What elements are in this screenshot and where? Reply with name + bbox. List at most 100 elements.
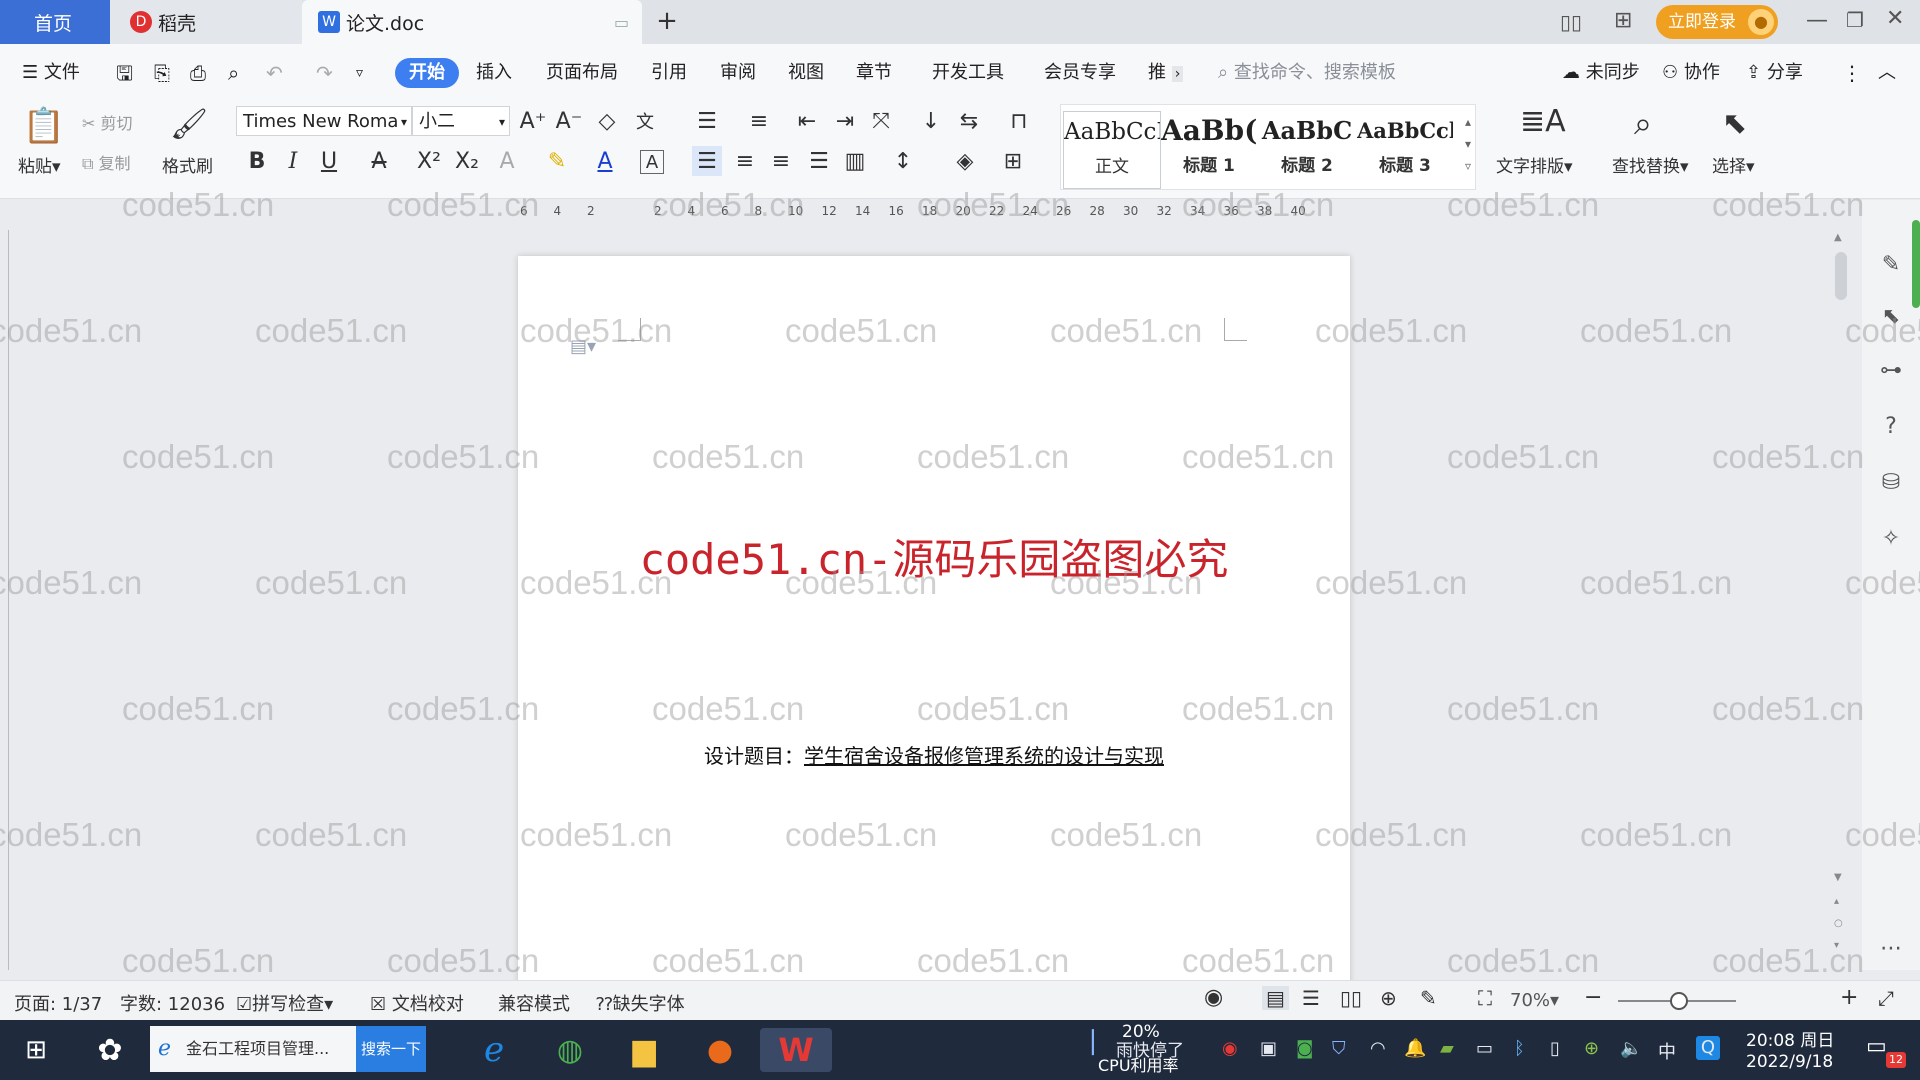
tray-red-icon[interactable]: ◉ <box>1222 1038 1238 1059</box>
zoom-out-icon[interactable]: − <box>1584 985 1602 1010</box>
tab-page-layout[interactable]: 页面布局 <box>546 58 618 88</box>
zoom-slider[interactable] <box>1618 992 1736 1010</box>
tab-developer[interactable]: 开发工具 <box>932 58 1004 88</box>
superscript-icon[interactable]: X² <box>414 146 444 176</box>
save-icon[interactable]: 🖫 <box>116 58 133 88</box>
media-app-icon[interactable]: ● <box>696 1028 744 1072</box>
phonetic-guide-icon[interactable]: 文 <box>630 106 660 136</box>
strikethrough-icon[interactable]: A <box>364 146 394 176</box>
close-icon[interactable]: ✕ <box>1886 6 1904 31</box>
char-border-icon[interactable]: A <box>640 150 664 174</box>
layout-icon[interactable]: ▯▯ <box>1560 10 1582 34</box>
text-direction-icon[interactable]: ⇆ <box>954 106 984 136</box>
select-browse-icon[interactable]: ○ <box>1834 918 1843 929</box>
bluetooth-icon[interactable]: ᛒ <box>1514 1038 1525 1059</box>
wifi-icon[interactable]: ◠ <box>1370 1038 1386 1059</box>
action-center-icon[interactable]: ▭ <box>1866 1034 1887 1059</box>
spell-check-button[interactable]: ☑拼写检查▾ <box>236 990 333 1016</box>
clock-date[interactable]: 2022/9/18 <box>1746 1052 1833 1072</box>
command-search-input[interactable]: ⌕ 查找命令、搜索模板 <box>1218 58 1396 88</box>
find-replace-button[interactable]: 查找替换▾ <box>1612 152 1689 177</box>
next-page-icon[interactable]: ▾ <box>1834 940 1839 951</box>
horizontal-ruler[interactable]: 6 4 2 2 4 6 8 10 12 14 16 18 20 22 24 26 28 30 32 34 36 38 40 <box>520 200 1320 224</box>
login-button[interactable]: 立即登录 ● <box>1656 5 1778 39</box>
zoom-in-icon[interactable]: + <box>1840 985 1858 1010</box>
document-page[interactable]: ▤▾ code51.cn-源码乐园盗图必究 设计题目：学生宿舍设备报修管理系统的… <box>518 256 1350 986</box>
ie-task-button[interactable]: ℯ 金石工程项目管理... <box>150 1026 356 1072</box>
word-count[interactable]: 字数: 12036 <box>120 990 225 1016</box>
tab-review[interactable]: 审阅 <box>720 58 756 88</box>
tab-home[interactable]: 首页 <box>0 0 110 44</box>
sync-status[interactable]: ☁ 未同步 <box>1562 58 1640 88</box>
text-layout-button[interactable]: 文字排版▾ <box>1496 152 1573 177</box>
copy-button[interactable]: ⧉ 复制 <box>82 150 131 174</box>
cut-button[interactable]: ✂ 剪切 <box>82 110 133 134</box>
align-center-icon[interactable]: ≡ <box>730 146 760 176</box>
weather-notice[interactable]: 雨快停了 <box>1116 1036 1184 1061</box>
quick-access-dropdown-icon[interactable]: ▿ <box>356 58 363 88</box>
doc-proof-button[interactable]: ☒ 文档校对 <box>370 990 464 1016</box>
tray-shield-icon[interactable]: ⛉ <box>1332 1038 1346 1059</box>
align-left-icon[interactable]: ☰ <box>692 146 722 176</box>
vertical-scrollbar[interactable]: ▲ ▼ ▴ ○ ▾ <box>1834 232 1848 970</box>
line-spacing-icon[interactable]: ↕ <box>888 146 918 176</box>
justify-icon[interactable]: ☰ <box>804 146 834 176</box>
pointer-icon[interactable]: ⬉ <box>1878 304 1904 330</box>
ai-assist-icon[interactable]: ✧ <box>1878 526 1904 552</box>
usb-icon[interactable]: ▯ <box>1550 1038 1560 1059</box>
paste-button[interactable]: 粘贴▾ <box>18 152 61 177</box>
tab-member[interactable]: 会员专享 <box>1044 58 1116 88</box>
tab-chapter[interactable]: 章节 <box>856 58 892 88</box>
write-mode-icon[interactable]: ✎ <box>1420 986 1437 1010</box>
paste-options-icon[interactable]: ▤▾ <box>570 336 596 357</box>
file-menu[interactable]: ☰ 文件 <box>22 58 80 88</box>
page-view-icon[interactable]: ▤ <box>1262 986 1289 1010</box>
apps-grid-icon[interactable]: ⊞ <box>1614 8 1632 33</box>
shading-icon[interactable]: ◈ <box>950 146 980 176</box>
new-tab-plus-icon[interactable]: + <box>652 6 682 36</box>
app-swirl-icon[interactable]: ✿ <box>86 1028 134 1072</box>
volume-icon[interactable]: 🔈 <box>1620 1038 1642 1059</box>
style-heading-1[interactable]: AaBb( 标题 1 <box>1161 111 1257 187</box>
tab-daoke[interactable]: D 稻壳 <box>110 0 302 44</box>
print-icon[interactable]: ⎙ <box>190 58 206 88</box>
select-button[interactable]: 选择▾ <box>1712 152 1755 177</box>
restore-icon[interactable]: ❐ <box>1846 8 1864 32</box>
search-button[interactable]: 搜索一下 <box>356 1026 426 1072</box>
format-painter-button[interactable]: 格式刷 <box>162 152 213 177</box>
tab-view[interactable]: 视图 <box>788 58 824 88</box>
eye-protect-icon[interactable]: ◉ <box>1204 985 1223 1010</box>
share-button[interactable]: ⇪ 分享 <box>1746 58 1803 88</box>
redo-icon[interactable]: ↷ <box>316 58 333 88</box>
backup-icon[interactable]: ⛁ <box>1878 470 1904 496</box>
ime-indicator[interactable]: 中 <box>1658 1038 1676 1064</box>
increase-indent-icon[interactable]: ⇥ <box>830 106 860 136</box>
scrollbar-thumb[interactable] <box>1835 252 1847 300</box>
distributed-icon[interactable]: ▥ <box>840 146 870 176</box>
tab-document[interactable]: W 论文.doc ▭ <box>302 0 642 44</box>
zoom-select[interactable]: 70%▾ <box>1510 990 1559 1011</box>
text-effect-icon[interactable]: A <box>492 146 522 176</box>
font-name-select[interactable]: Times New Roma ▾ <box>236 106 412 136</box>
reading-view-icon[interactable]: ▯▯ <box>1340 986 1362 1010</box>
undo-icon[interactable]: ↶ <box>266 58 283 88</box>
style-heading-3[interactable]: AaBbCcl 标题 3 <box>1357 111 1453 187</box>
tab-references[interactable]: 引用 <box>651 58 687 88</box>
tray-app-icon[interactable]: ▣ <box>1260 1038 1277 1059</box>
borders-icon[interactable]: ⊞ <box>998 146 1028 176</box>
highlight-icon[interactable]: ✎ <box>542 146 572 176</box>
help-icon[interactable]: ? <box>1878 414 1904 440</box>
tray-360-icon[interactable]: ⊕ <box>1584 1038 1599 1059</box>
minimize-icon[interactable]: — <box>1806 8 1828 33</box>
tab-start[interactable]: 开始 <box>395 58 459 88</box>
format-painter-icon[interactable]: 🖌 <box>170 104 208 144</box>
wps-taskbar-icon[interactable]: W <box>760 1028 832 1072</box>
collaborate-button[interactable]: ⚇ 协作 <box>1662 58 1720 88</box>
sort-icon[interactable]: ↓ <box>916 106 946 136</box>
more-options-icon[interactable]: ⋮ <box>1842 58 1862 88</box>
find-replace-icon[interactable]: ⌕ <box>1634 104 1652 143</box>
bullet-list-icon[interactable]: ☰ <box>692 106 722 136</box>
collapse-ribbon-icon[interactable]: ︿ <box>1878 58 1896 88</box>
paste-icon[interactable]: 📋 <box>23 106 65 146</box>
prev-page-icon[interactable]: ▴ <box>1834 896 1839 907</box>
